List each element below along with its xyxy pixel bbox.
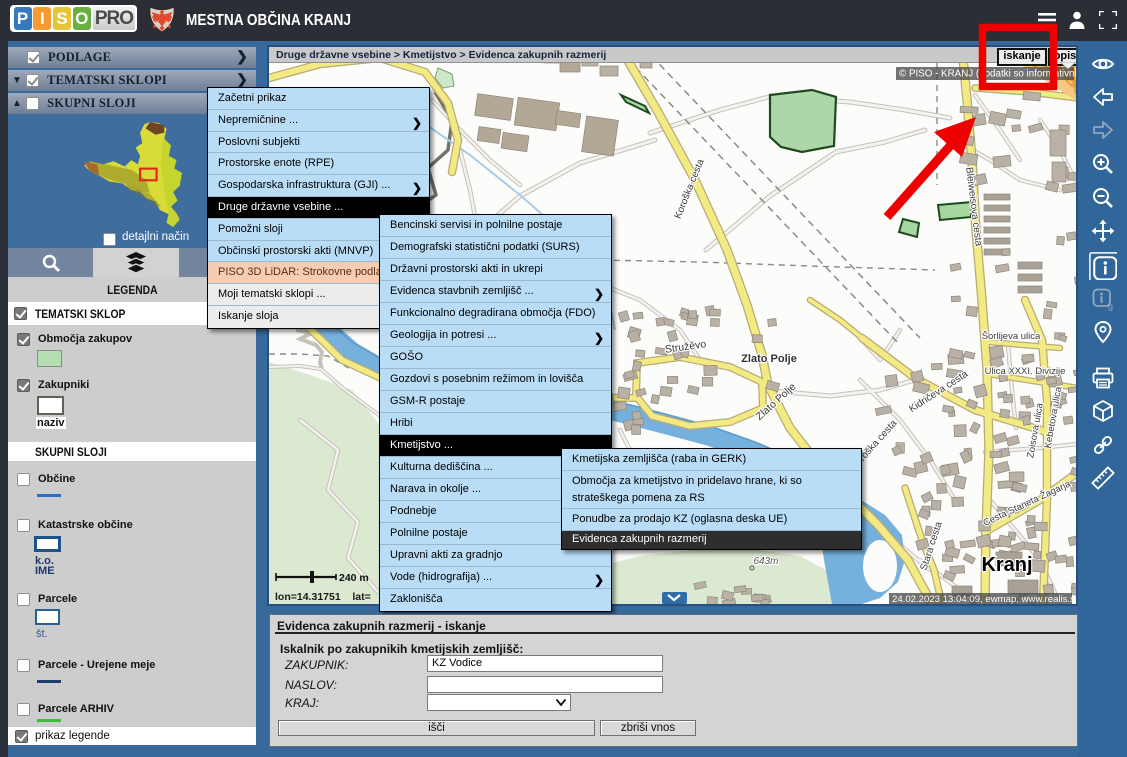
svg-text:g: g [1108, 301, 1113, 311]
